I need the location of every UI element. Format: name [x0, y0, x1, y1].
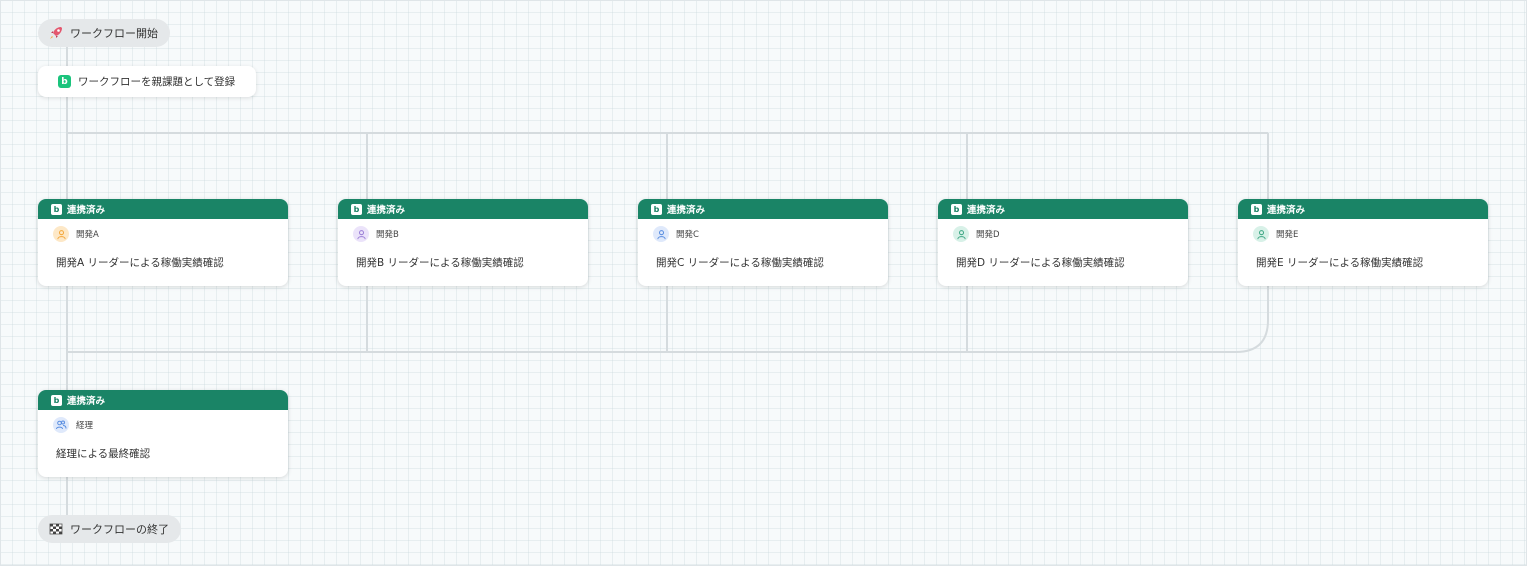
register-parent-issue-step[interactable]: b ワークフローを親課題として登録 [38, 66, 256, 97]
task-card[interactable]: b 連携済み 開発C 開発C リーダーによる稼働実績確認 [638, 199, 888, 286]
task-title: 経理による最終確認 [56, 448, 151, 460]
status-label: 連携済み [367, 205, 406, 216]
card-status-header: b 連携済み [338, 199, 588, 219]
assignee: 開発C [653, 226, 888, 242]
card-status-header: b 連携済み [938, 199, 1188, 219]
task-title: 開発C リーダーによる稼働実績確認 [656, 257, 824, 269]
rocket-icon [48, 25, 64, 41]
b-logo-icon: b [51, 203, 62, 215]
assignee: 開発A [53, 226, 288, 242]
assignee: 開発D [953, 226, 1188, 242]
card-status-header: b 連携済み [38, 199, 288, 219]
assignee: 開発E [1253, 226, 1488, 242]
b-logo-icon: b [1251, 203, 1262, 215]
status-label: 連携済み [667, 205, 706, 216]
status-label: 連携済み [67, 396, 106, 407]
assignee-name: 経理 [76, 421, 94, 431]
card-status-header: b 連携済み [1238, 199, 1488, 219]
status-label: 連携済み [967, 205, 1006, 216]
workflow-end: ワークフローの終了 [38, 515, 181, 543]
task-title: 開発B リーダーによる稼働実績確認 [356, 257, 524, 269]
b-logo-icon: b [351, 203, 362, 215]
assignee-name: 開発B [376, 230, 399, 240]
workflow-end-label: ワークフローの終了 [70, 523, 169, 536]
register-label: ワークフローを親課題として登録 [78, 76, 236, 88]
task-card-accounting[interactable]: b 連携済み 経理 経理による最終確認 [38, 390, 288, 477]
assignee-name: 開発C [676, 230, 699, 240]
b-logo-icon: b [58, 75, 71, 88]
task-title: 開発A リーダーによる稼働実績確認 [56, 257, 224, 269]
b-logo-icon: b [951, 203, 962, 215]
card-status-header: b 連携済み [638, 199, 888, 219]
task-card[interactable]: b 連携済み 開発D 開発D リーダーによる稼働実績確認 [938, 199, 1188, 286]
assignee: 開発B [353, 226, 588, 242]
task-title: 開発E リーダーによる稼働実績確認 [1256, 257, 1424, 269]
user-icon [653, 226, 669, 242]
workflow-start: ワークフロー開始 [38, 19, 170, 47]
user-icon [353, 226, 369, 242]
task-card[interactable]: b 連携済み 開発B 開発B リーダーによる稼働実績確認 [338, 199, 588, 286]
user-icon [953, 226, 969, 242]
workflow-start-label: ワークフロー開始 [70, 27, 158, 40]
task-card[interactable]: b 連携済み 開発E 開発E リーダーによる稼働実績確認 [1238, 199, 1488, 286]
assignee-name: 開発D [976, 230, 1000, 240]
card-status-header: b 連携済み [38, 390, 288, 410]
assignee-name: 開発E [1276, 230, 1299, 240]
group-icon [53, 417, 69, 433]
b-logo-icon: b [651, 203, 662, 215]
b-logo-icon: b [51, 394, 62, 406]
task-title: 開発D リーダーによる稼働実績確認 [956, 257, 1125, 269]
task-card[interactable]: b 連携済み 開発A 開発A リーダーによる稼働実績確認 [38, 199, 288, 286]
status-label: 連携済み [1267, 205, 1306, 216]
user-icon [53, 226, 69, 242]
assignee: 経理 [53, 417, 288, 433]
user-icon [1253, 226, 1269, 242]
status-label: 連携済み [67, 205, 106, 216]
checkered-flag-icon [48, 521, 64, 537]
assignee-name: 開発A [76, 230, 99, 240]
